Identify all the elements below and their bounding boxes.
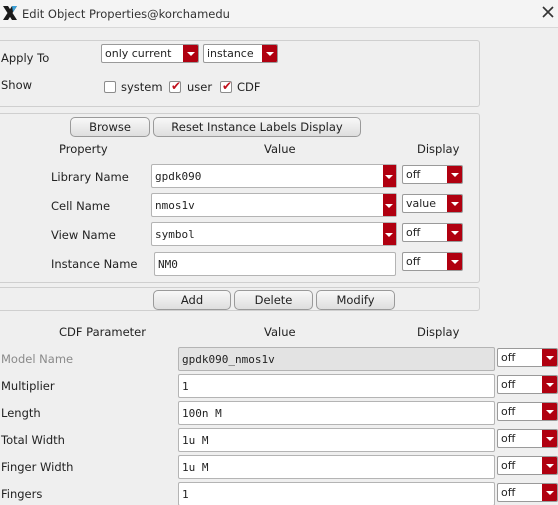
cell-name-label: Cell Name	[51, 199, 111, 213]
view-name-value: symbol	[155, 228, 195, 241]
multiplier-label: Multiplier	[1, 379, 55, 393]
chevron-down-icon	[262, 45, 277, 62]
library-name-value: gpdk090	[155, 170, 202, 183]
finger-width-value: 1u M	[182, 461, 209, 474]
model-display-select[interactable]: off	[497, 348, 558, 367]
browse-button[interactable]: Browse	[70, 117, 150, 137]
cdf-checkbox[interactable]	[220, 79, 232, 93]
model-name-value: gpdk090_nmos1v	[182, 353, 275, 366]
chevron-down-icon	[183, 45, 198, 62]
chevron-down-icon	[542, 457, 557, 474]
chevron-down-icon	[447, 166, 462, 183]
total-width-label: Total Width	[1, 433, 65, 447]
show-label: Show	[1, 78, 33, 92]
instance-name-value: NM0	[158, 258, 178, 271]
apply-type-select[interactable]: instance	[203, 44, 278, 63]
fingers-display-value: off	[501, 486, 516, 499]
chevron-down-icon	[447, 224, 462, 241]
finger-width-display-value: off	[501, 459, 516, 472]
user-checkbox-label: user	[187, 80, 213, 94]
system-checkbox[interactable]	[104, 81, 116, 93]
apply-to-label: Apply To	[1, 51, 50, 65]
multiplier-display-value: off	[501, 378, 516, 391]
reset-labels-button[interactable]: Reset Instance Labels Display	[153, 117, 361, 137]
window-title: Edit Object Properties@korchamedu	[22, 7, 230, 21]
model-name-field: gpdk090_nmos1v	[178, 347, 495, 371]
multiplier-display-select[interactable]: off	[497, 375, 558, 394]
chevron-down-icon	[542, 403, 557, 420]
instance-name-field[interactable]: NM0	[154, 252, 396, 276]
close-icon[interactable]	[540, 4, 556, 20]
user-checkbox[interactable]	[169, 79, 181, 93]
model-name-label: Model Name	[1, 352, 74, 366]
app-x-icon	[3, 6, 17, 20]
fingers-display-select[interactable]: off	[497, 483, 558, 502]
library-name-label: Library Name	[51, 170, 129, 184]
model-display-value: off	[501, 351, 516, 364]
view-name-field[interactable]: symbol	[151, 222, 397, 246]
chevron-down-icon	[447, 195, 462, 212]
length-value: 100n M	[182, 407, 222, 420]
chevron-down-icon	[383, 194, 396, 216]
fingers-value: 1	[182, 488, 189, 501]
multiplier-field[interactable]: 1	[178, 374, 495, 398]
instance-display-select[interactable]: off	[402, 252, 463, 271]
cell-display-select[interactable]: value	[402, 194, 463, 213]
apply-type-value: instance	[207, 47, 254, 60]
display-header: Display	[417, 142, 460, 156]
chevron-down-icon	[542, 349, 557, 366]
length-display-select[interactable]: off	[497, 402, 558, 421]
chevron-down-icon	[542, 484, 557, 501]
length-field[interactable]: 100n M	[178, 401, 495, 425]
fingers-label: Fingers	[1, 487, 43, 501]
apply-scope-select[interactable]: only current	[101, 44, 199, 63]
cdf-display-header: Display	[417, 325, 460, 339]
apply-scope-value: only current	[105, 47, 172, 60]
total-width-value: 1u M	[182, 434, 209, 447]
length-label: Length	[1, 406, 41, 420]
property-header: Property	[59, 142, 108, 156]
chevron-down-icon	[383, 165, 396, 187]
fingers-field[interactable]: 1	[178, 482, 495, 505]
total-width-display-select[interactable]: off	[497, 429, 558, 448]
total-width-display-value: off	[501, 432, 516, 445]
instance-name-label: Instance Name	[51, 257, 138, 271]
instance-display-value: off	[406, 255, 421, 268]
finger-width-field[interactable]: 1u M	[178, 455, 495, 479]
modify-button[interactable]: Modify	[316, 290, 395, 310]
library-display-value: off	[406, 168, 421, 181]
delete-button[interactable]: Delete	[234, 290, 313, 310]
value-header: Value	[264, 142, 296, 156]
title-bar: Edit Object Properties@korchamedu	[0, 0, 558, 28]
finger-width-label: Finger Width	[1, 460, 74, 474]
finger-width-display-select[interactable]: off	[497, 456, 558, 475]
cdf-value-header: Value	[264, 325, 296, 339]
view-display-value: off	[406, 226, 421, 239]
cell-name-field[interactable]: nmos1v	[151, 193, 397, 217]
multiplier-value: 1	[182, 380, 189, 393]
cdf-parameter-header: CDF Parameter	[59, 325, 146, 339]
cell-name-value: nmos1v	[155, 199, 195, 212]
cdf-checkbox-label: CDF	[237, 80, 261, 94]
chevron-down-icon	[542, 376, 557, 393]
view-display-select[interactable]: off	[402, 223, 463, 242]
add-button[interactable]: Add	[153, 290, 231, 310]
library-display-select[interactable]: off	[402, 165, 463, 184]
cell-display-value: value	[406, 197, 437, 210]
view-name-label: View Name	[51, 228, 116, 242]
library-name-field[interactable]: gpdk090	[151, 164, 397, 188]
chevron-down-icon	[447, 253, 462, 270]
chevron-down-icon	[383, 223, 396, 245]
length-display-value: off	[501, 405, 516, 418]
chevron-down-icon	[542, 430, 557, 447]
system-checkbox-label: system	[121, 80, 163, 94]
total-width-field[interactable]: 1u M	[178, 428, 495, 452]
